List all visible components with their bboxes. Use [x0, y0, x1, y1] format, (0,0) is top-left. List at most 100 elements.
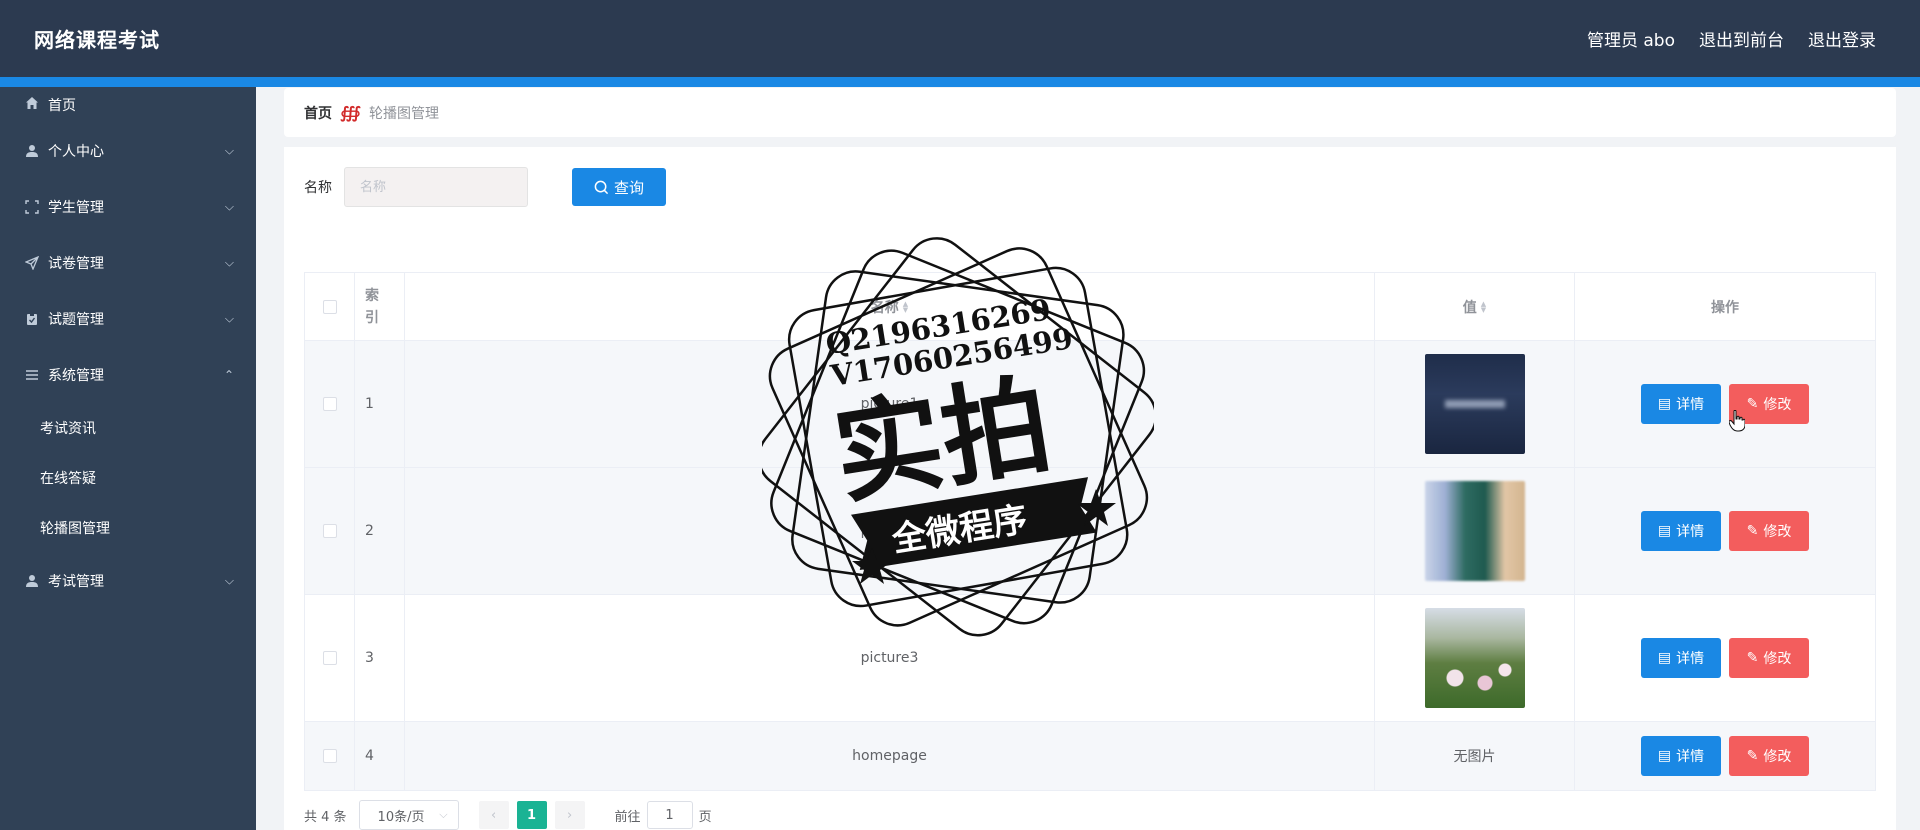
- document-icon: ▤: [1657, 650, 1672, 666]
- name-header: 名称: [870, 299, 899, 316]
- edit-button[interactable]: ✎ 修改: [1729, 384, 1809, 424]
- next-page-button[interactable]: ›: [554, 801, 585, 829]
- row-name: picture2: [405, 468, 1375, 594]
- pencil-icon: ✎: [1746, 396, 1759, 412]
- header-accent-bar: [0, 77, 1920, 87]
- search-input[interactable]: [344, 167, 528, 207]
- detail-button[interactable]: ▤ 详情: [1641, 638, 1721, 678]
- index-header: 索: [365, 287, 379, 304]
- thumbnail-image[interactable]: [1424, 608, 1525, 708]
- sidebar-item-label: 试卷管理: [48, 256, 104, 272]
- sidebar-item-profile[interactable]: 个人中心 ⌵: [0, 123, 256, 179]
- app-title: 网络课程考试: [34, 28, 160, 52]
- table-row: 1 picture1 ▤ 详情 ✎ 修改: [305, 341, 1875, 468]
- value-header: 值: [1462, 299, 1477, 316]
- page-size-select[interactable]: 10条/页 ⌵: [358, 800, 459, 830]
- chevron-down-icon: ⌵: [224, 199, 234, 214]
- pagination: 共 4 条 10条/页 ⌵ ‹ 1 › 前往 页: [304, 800, 712, 830]
- sidebar-item-students[interactable]: 学生管理 ⌵: [0, 179, 256, 235]
- action-header: 操作: [1711, 299, 1739, 316]
- breadcrumb-current: 轮播图管理: [369, 105, 439, 122]
- front-link[interactable]: 退出到前台: [1699, 26, 1784, 51]
- index-header-line2: 引: [365, 309, 379, 326]
- current-user: 管理员 abo: [1586, 31, 1675, 51]
- select-all-checkbox[interactable]: [322, 299, 337, 314]
- sidebar-subitem-carousel[interactable]: 轮播图管理: [0, 503, 256, 553]
- chevron-down-icon: ⌵: [224, 311, 234, 326]
- table-row: 3 picture3 ▤ 详情 ✎ 修改: [305, 595, 1875, 722]
- chevron-down-icon: ⌵: [224, 573, 234, 588]
- row-index: 1: [355, 341, 405, 467]
- row-name: homepage: [405, 722, 1375, 790]
- search-button[interactable]: 查询: [572, 168, 666, 206]
- home-icon: [24, 95, 40, 111]
- detail-button[interactable]: ▤ 详情: [1641, 736, 1721, 776]
- thumbnail-image[interactable]: [1424, 354, 1525, 454]
- row-value: 无图片: [1375, 722, 1575, 790]
- detail-button[interactable]: ▤ 详情: [1641, 384, 1721, 424]
- sidebar-item-label: 个人中心: [48, 144, 104, 160]
- pencil-icon: ✎: [1746, 748, 1759, 764]
- page-number[interactable]: 1: [516, 801, 547, 829]
- row-name: picture3: [405, 595, 1375, 721]
- logout-link[interactable]: 退出登录: [1808, 26, 1876, 51]
- search-icon: [594, 180, 609, 194]
- frame-icon: [24, 199, 40, 215]
- user-icon: [24, 573, 40, 589]
- sidebar-subitem-news[interactable]: 考试资讯: [0, 403, 256, 453]
- sidebar-item-system[interactable]: 系统管理 ⌃: [0, 347, 256, 403]
- sort-icon[interactable]: ▲ ▼: [903, 300, 908, 313]
- main-content: 名称 查询 索 引 名称 ▲▼ 值 ▲▼ 操作 1: [284, 147, 1896, 830]
- detail-button[interactable]: ▤ 详情: [1641, 511, 1721, 551]
- menu-icon: [24, 367, 40, 383]
- breadcrumb: 首页 ∰ 轮播图管理: [284, 88, 1896, 137]
- chevron-down-icon: ⌵: [439, 808, 448, 821]
- chevron-down-icon: ⌵: [224, 143, 234, 158]
- sidebar-item-label: 首页: [48, 98, 76, 114]
- sort-icon[interactable]: ▲ ▼: [1481, 300, 1486, 313]
- sidebar-item-home[interactable]: 首页: [0, 87, 256, 123]
- sidebar-item-label: 试题管理: [48, 312, 104, 328]
- sidebar-item-label: 学生管理: [48, 200, 104, 216]
- breadcrumb-separator-icon: ∰: [340, 103, 361, 122]
- search-button-label: 查询: [613, 178, 644, 197]
- row-checkbox[interactable]: [322, 749, 337, 763]
- pencil-icon: ✎: [1746, 650, 1759, 666]
- sidebar-item-label: 系统管理: [48, 368, 104, 384]
- edit-button[interactable]: ✎ 修改: [1729, 511, 1809, 551]
- clipboard-icon: [24, 311, 40, 327]
- sidebar-item-questions[interactable]: 试题管理 ⌵: [0, 291, 256, 347]
- carousel-table: 索 引 名称 ▲▼ 值 ▲▼ 操作 1 picture1 ▤详情 ✎修改: [304, 272, 1876, 791]
- send-icon: [24, 255, 40, 271]
- breadcrumb-home[interactable]: 首页: [304, 103, 332, 123]
- chevron-down-icon: ⌵: [224, 255, 234, 270]
- goto-page: 前往 页: [615, 801, 712, 829]
- search-label: 名称: [304, 180, 332, 196]
- row-checkbox[interactable]: [322, 524, 337, 538]
- prev-page-button[interactable]: ‹: [478, 801, 509, 829]
- document-icon: ▤: [1657, 748, 1672, 764]
- sidebar-subitem-qa[interactable]: 在线答疑: [0, 453, 256, 503]
- row-name: picture1: [405, 341, 1375, 467]
- row-checkbox[interactable]: [322, 397, 337, 411]
- total-count: 共 4 条: [304, 809, 347, 825]
- row-checkbox[interactable]: [322, 651, 337, 665]
- row-index: 3: [355, 595, 405, 721]
- sidebar-item-label: 考试管理: [48, 574, 104, 590]
- document-icon: ▤: [1657, 523, 1672, 539]
- sidebar: 首页 个人中心 ⌵ 学生管理 ⌵ 试卷管理 ⌵ 试题管理 ⌵ 系统管理 ⌃ 考试: [0, 87, 256, 830]
- header-actions: 管理员 abo 退出到前台 退出登录: [1587, 26, 1876, 51]
- chevron-up-icon: ⌃: [223, 368, 234, 382]
- row-index: 4: [355, 722, 405, 790]
- edit-button[interactable]: ✎ 修改: [1729, 736, 1809, 776]
- document-icon: ▤: [1657, 396, 1672, 412]
- edit-button[interactable]: ✎ 修改: [1729, 638, 1809, 678]
- top-header: 网络课程考试 管理员 abo 退出到前台 退出登录: [0, 0, 1920, 77]
- table-header-row: 索 引 名称 ▲ ▼ 值 ▲ ▼ 操作: [305, 273, 1875, 341]
- goto-page-input[interactable]: [646, 801, 693, 829]
- thumbnail-image[interactable]: [1424, 481, 1525, 581]
- sidebar-item-papers[interactable]: 试卷管理 ⌵: [0, 235, 256, 291]
- sidebar-item-exams[interactable]: 考试管理 ⌵: [0, 553, 256, 609]
- table-row: 4 homepage 无图片 ▤ 详情 ✎ 修改: [305, 722, 1875, 790]
- user-icon: [24, 143, 40, 159]
